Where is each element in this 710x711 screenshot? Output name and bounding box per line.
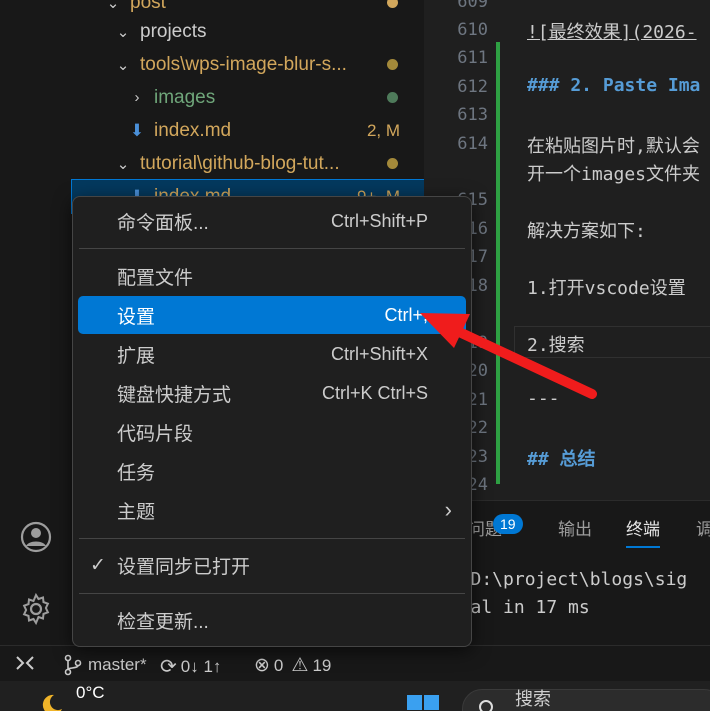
annotation-arrow (420, 313, 597, 399)
